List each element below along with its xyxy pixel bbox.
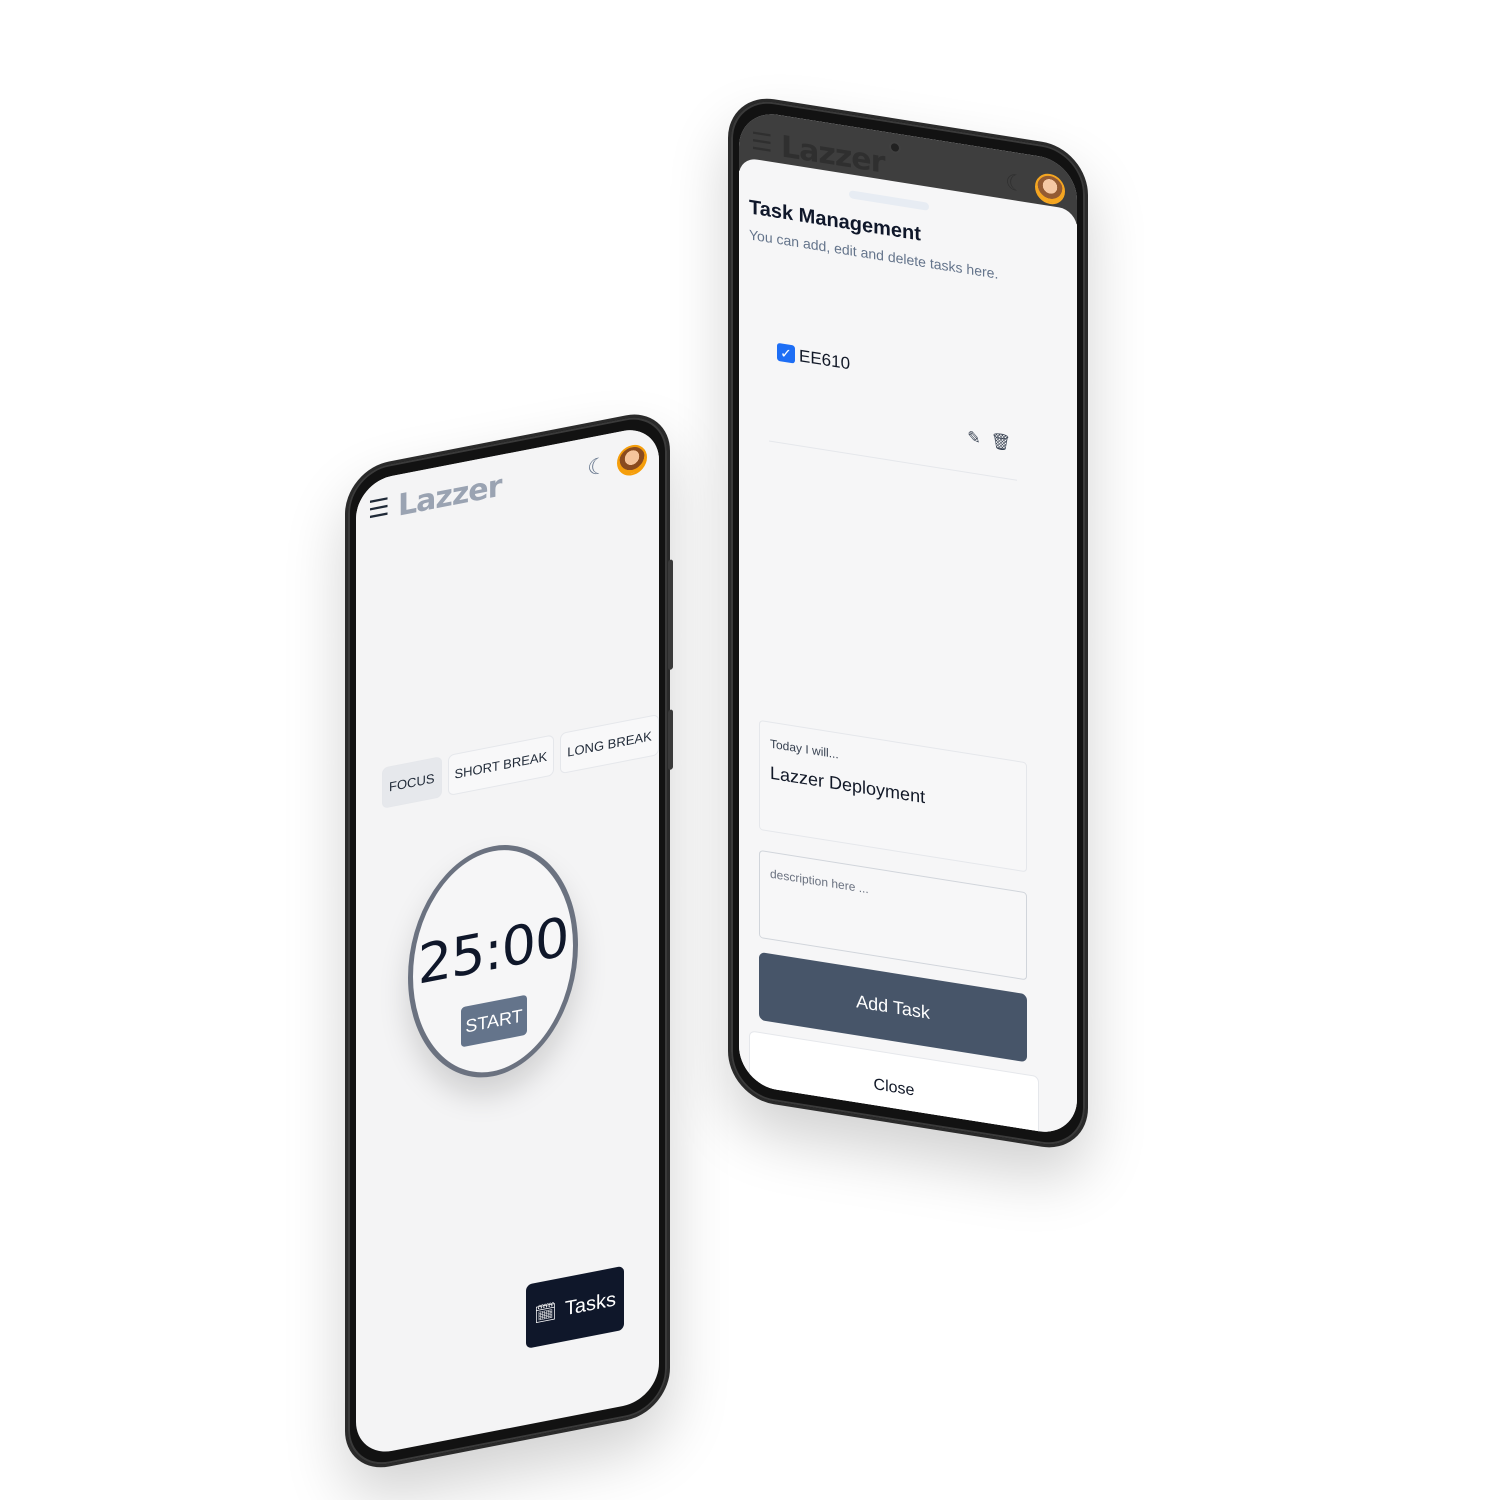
tasks-button-label: Tasks bbox=[564, 1287, 616, 1320]
mode-tabs: FOCUS SHORT BREAK LONG BREAK bbox=[382, 714, 659, 809]
trash-icon[interactable]: 🗑 bbox=[991, 431, 1011, 454]
moon-icon[interactable]: ☾ bbox=[1005, 169, 1025, 198]
tasks-button[interactable]: 🗓 Tasks bbox=[526, 1265, 624, 1349]
task-drawer: Task Management You can add, edit and de… bbox=[739, 156, 1077, 1138]
app-header: ☰ Lazzer ☾ bbox=[356, 423, 659, 545]
app-logo: Lazzer bbox=[398, 468, 502, 524]
task-title-field[interactable]: Today I will... Lazzer Deployment bbox=[759, 719, 1027, 873]
description-placeholder: description here ... bbox=[770, 866, 869, 897]
task-checkbox[interactable]: ✓ bbox=[777, 342, 795, 364]
edit-icon[interactable]: ✎ bbox=[967, 427, 980, 449]
moon-icon[interactable]: ☾ bbox=[587, 452, 607, 482]
task-name: EE610 bbox=[799, 346, 851, 374]
tab-focus[interactable]: FOCUS bbox=[382, 756, 442, 809]
menu-icon[interactable]: ☰ bbox=[368, 493, 392, 524]
timer-phone: ☰ Lazzer ☾ FOCUS SHORT BREAK LONG BREAK … bbox=[345, 406, 673, 1475]
timer-dial: 25:00 START bbox=[408, 829, 578, 1093]
task-title-label: Today I will... bbox=[770, 736, 839, 762]
start-button[interactable]: START bbox=[461, 994, 527, 1048]
tasks-phone: ☰ Lazzer ☾ Task Management You can add, … bbox=[728, 92, 1088, 1155]
drawer-handle[interactable] bbox=[849, 190, 929, 211]
tasks-screen: ☰ Lazzer ☾ Task Management You can add, … bbox=[739, 108, 1077, 1138]
timer-screen: ☰ Lazzer ☾ FOCUS SHORT BREAK LONG BREAK … bbox=[356, 423, 659, 1458]
tab-long-break[interactable]: LONG BREAK bbox=[560, 714, 659, 775]
task-title-input[interactable]: Lazzer Deployment bbox=[770, 763, 925, 809]
volume-button bbox=[668, 559, 673, 671]
calendar-check-icon: 🗓 bbox=[534, 1300, 557, 1325]
avatar[interactable] bbox=[1035, 171, 1065, 207]
front-camera bbox=[889, 140, 901, 155]
menu-icon[interactable]: ☰ bbox=[751, 128, 775, 158]
task-item: ✓ EE610 ✎ 🗑 bbox=[769, 331, 1017, 481]
avatar[interactable] bbox=[617, 442, 647, 479]
tab-short-break[interactable]: SHORT BREAK bbox=[447, 734, 555, 797]
timer-display: 25:00 bbox=[417, 904, 569, 997]
power-button bbox=[668, 709, 673, 771]
header-actions: ☾ bbox=[587, 442, 647, 484]
task-actions: ✎ 🗑 bbox=[967, 427, 1011, 454]
